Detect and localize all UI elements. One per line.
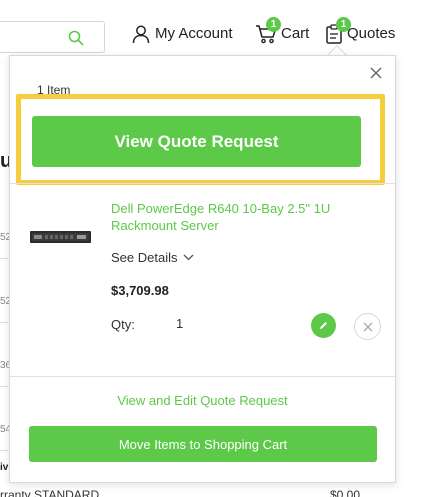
- cart-count-badge: 1: [266, 17, 281, 32]
- user-icon: [132, 25, 150, 44]
- server-product-image: [30, 231, 91, 243]
- see-details-toggle[interactable]: See Details: [111, 250, 194, 265]
- view-quote-request-button[interactable]: View Quote Request: [32, 116, 361, 167]
- edit-item-button[interactable]: [311, 313, 336, 338]
- cart-link[interactable]: 1 Cart: [255, 17, 310, 44]
- quotes-link[interactable]: 1 Quotes: [325, 17, 396, 44]
- product-price: $3,709.98: [111, 283, 169, 298]
- background-warranty-text: rranty STANDARD: [0, 488, 100, 497]
- background-text-fragment: iv: [0, 462, 9, 473]
- background-divider: [0, 386, 8, 387]
- background-divider: [0, 322, 8, 323]
- cart-label: Cart: [281, 25, 310, 42]
- my-account-label: My Account: [155, 25, 233, 42]
- background-divider: [0, 258, 8, 259]
- background-warranty-price: $0.00: [330, 488, 361, 497]
- close-icon[interactable]: [370, 67, 382, 79]
- see-details-label: See Details: [111, 250, 178, 265]
- quotes-label: Quotes: [347, 25, 396, 42]
- search-input[interactable]: [0, 21, 105, 53]
- quotes-count-badge: 1: [336, 17, 351, 32]
- divider: [10, 183, 395, 184]
- product-name-link[interactable]: Dell PowerEdge R640 10-Bay 2.5" 1U Rackm…: [111, 200, 381, 234]
- qty-label: Qty:: [111, 317, 135, 332]
- remove-item-button[interactable]: [354, 313, 381, 340]
- view-and-edit-quote-link[interactable]: View and Edit Quote Request: [10, 393, 395, 408]
- quote-minicart-popup: 1 Item View Quote Request Dell PowerEdge…: [9, 55, 396, 483]
- pencil-icon: [320, 322, 327, 329]
- my-account-link[interactable]: My Account: [131, 24, 233, 44]
- chevron-down-icon: [184, 254, 194, 261]
- close-icon: [363, 322, 372, 331]
- qty-value: 1: [176, 316, 184, 331]
- background-divider: [0, 450, 8, 451]
- search-icon[interactable]: [67, 29, 85, 47]
- move-items-to-cart-button[interactable]: Move Items to Shopping Cart: [29, 426, 377, 462]
- divider: [10, 376, 395, 377]
